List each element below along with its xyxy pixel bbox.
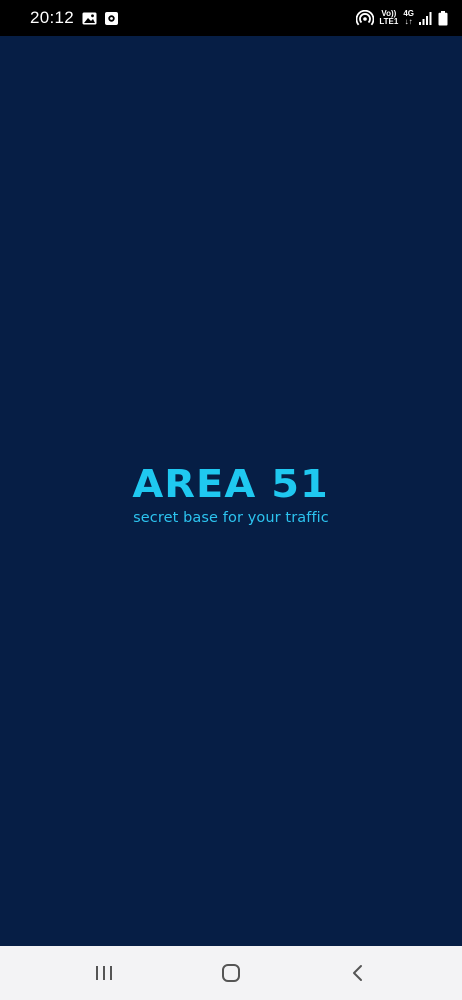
splash-content: AREA 51 secret base for your traffic (0, 36, 462, 946)
back-icon (353, 965, 363, 981)
navigation-bar (0, 946, 462, 1000)
home-icon (221, 964, 240, 982)
recent-apps-icon (95, 966, 112, 980)
back-button[interactable] (328, 948, 388, 998)
home-button[interactable] (201, 948, 261, 998)
battery-icon (438, 10, 448, 26)
gallery-icon (82, 12, 97, 25)
app-notification-icon (105, 11, 119, 25)
status-bar: 20:12 Vo)) LTE1 4G ↓↑ (0, 0, 462, 36)
network-indicator: 4G ↓↑ (403, 9, 414, 26)
splash-screen: 20:12 Vo)) LTE1 4G ↓↑ AREA 51 secret bas… (0, 0, 462, 1000)
app-tagline: secret base for your traffic (133, 510, 329, 526)
recent-apps-button[interactable] (74, 948, 134, 998)
status-time: 20:12 (30, 8, 75, 27)
app-logo: AREA 51 (132, 462, 330, 506)
app-logo-block: AREA 51 secret base for your traffic (0, 464, 462, 526)
volte-indicator: Vo)) LTE1 (379, 9, 399, 26)
signal-icon (419, 11, 433, 25)
hotspot-icon (356, 10, 375, 26)
